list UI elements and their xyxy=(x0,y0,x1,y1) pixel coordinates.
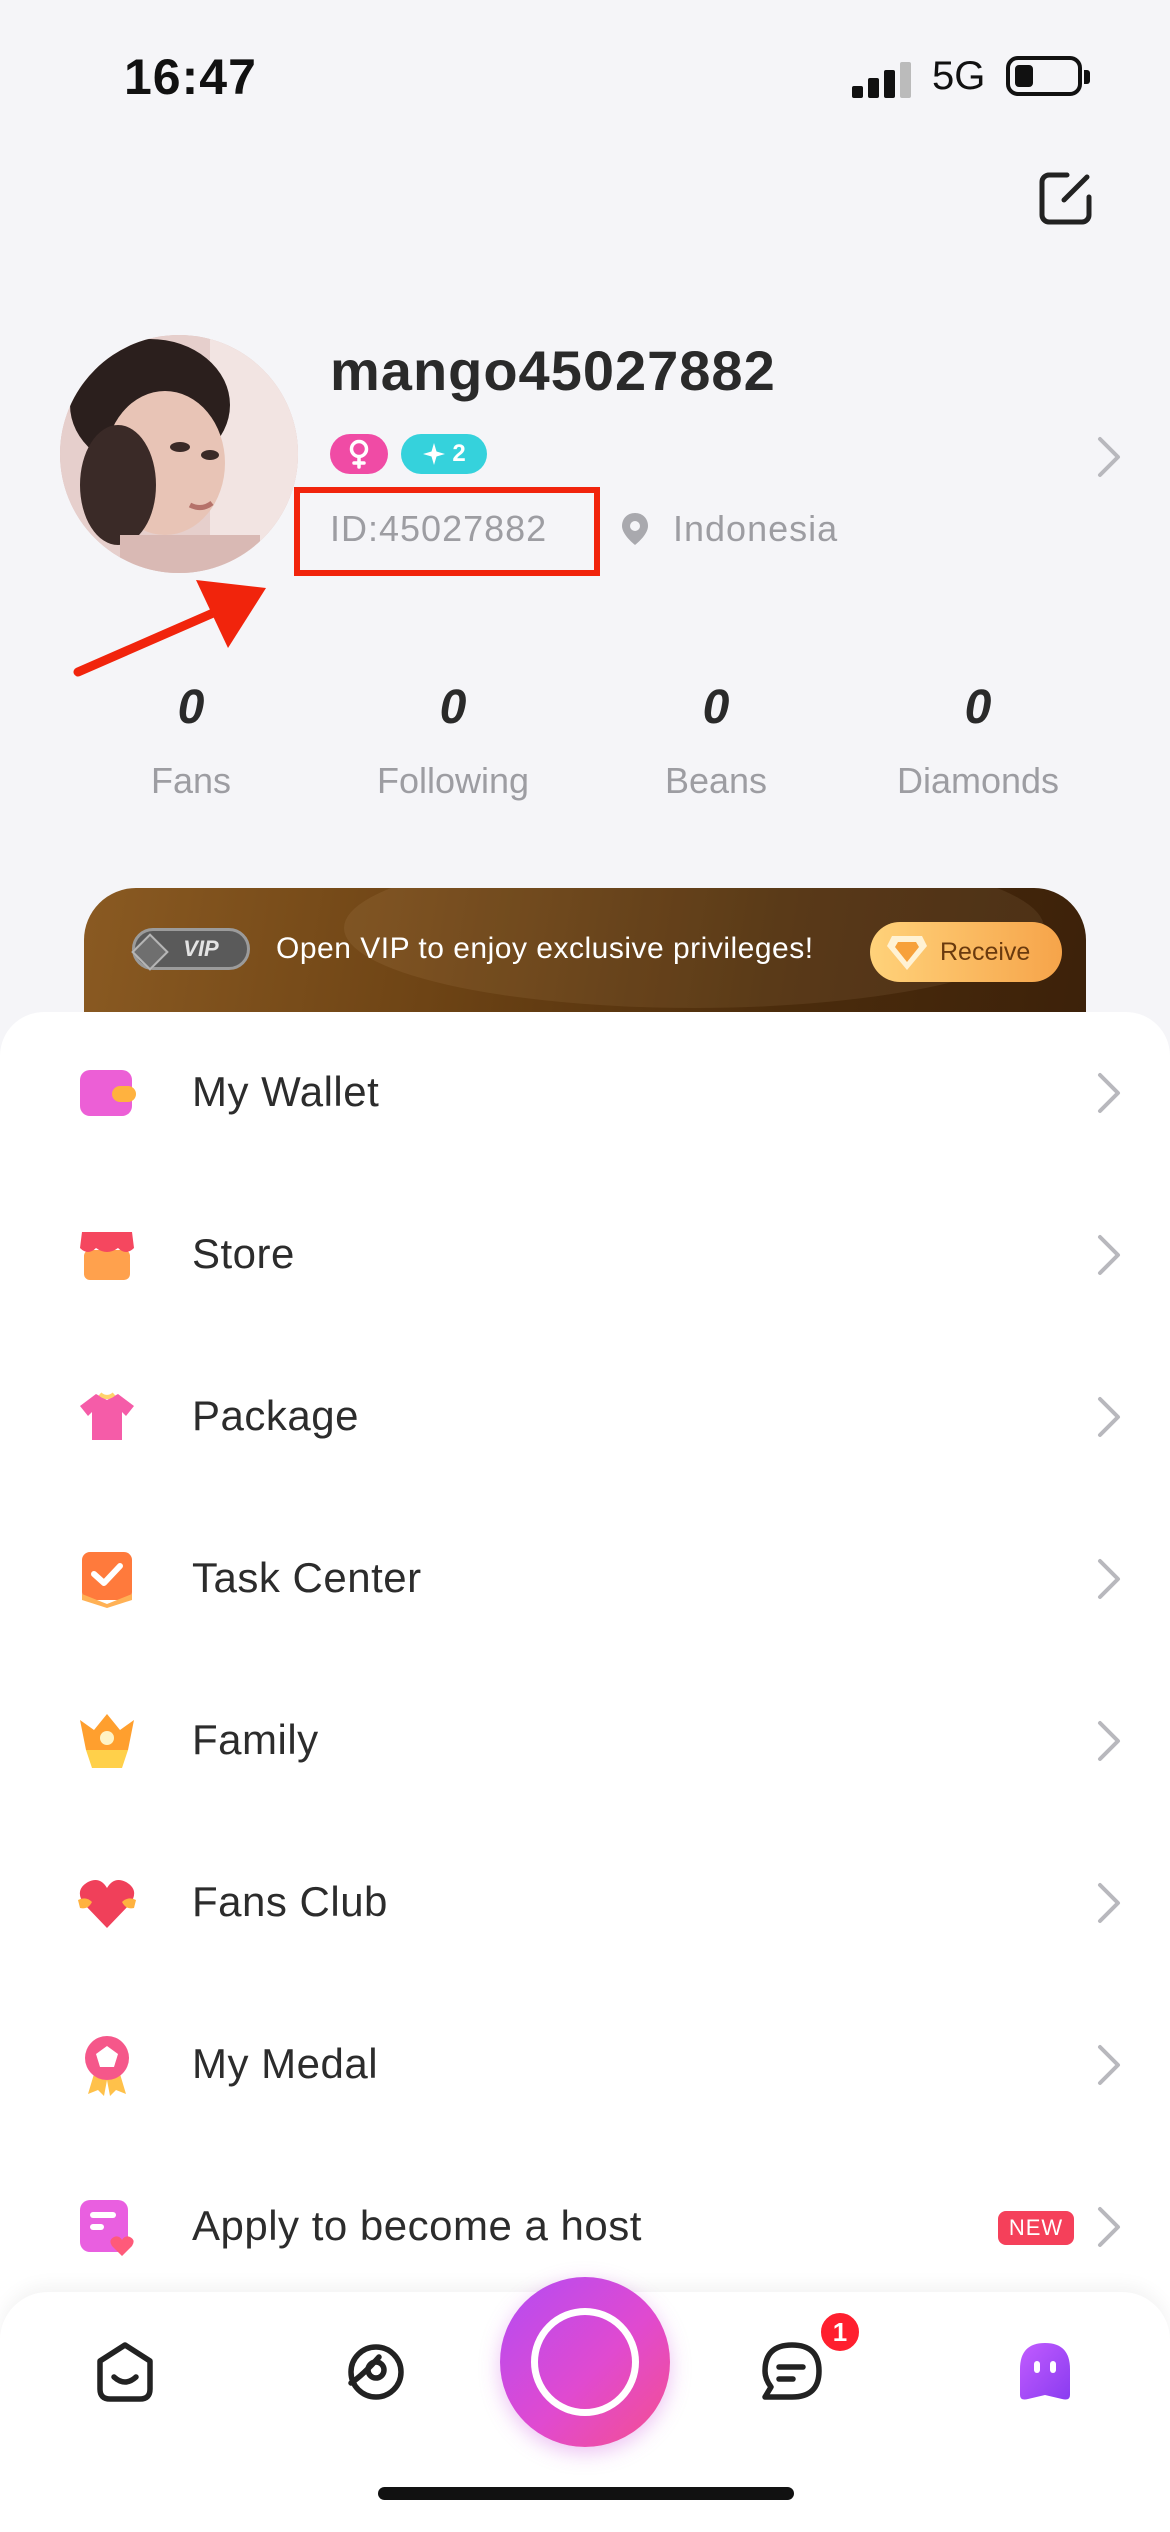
nav-home[interactable] xyxy=(85,2332,165,2412)
id-highlight-box xyxy=(294,487,600,576)
package-icon xyxy=(80,1392,134,1440)
vip-promo-text: Open VIP to enjoy exclusive privileges! xyxy=(276,932,814,965)
avatar[interactable] xyxy=(60,335,298,573)
messages-icon xyxy=(762,2342,822,2400)
live-button[interactable] xyxy=(500,2277,670,2447)
stat-value: 0 xyxy=(964,681,992,734)
receive-label: Receive xyxy=(940,937,1031,966)
home-icon xyxy=(97,2342,153,2402)
menu-item-store[interactable]: Store xyxy=(0,1174,1170,1336)
vip-tag-label: VIP xyxy=(183,936,219,961)
explore-icon xyxy=(348,2344,404,2400)
location: Indonesia xyxy=(673,508,839,549)
chevron-right-icon xyxy=(1098,2045,1120,2085)
stat-label: Beans xyxy=(664,760,768,801)
edit-profile-button[interactable] xyxy=(1036,168,1096,228)
chevron-right-icon xyxy=(1098,1397,1120,1437)
message-count-badge: 1 xyxy=(818,2310,862,2354)
chevron-right-icon xyxy=(1098,1559,1120,1599)
level-badge: 2 xyxy=(401,434,487,474)
menu-item-package[interactable]: Package xyxy=(0,1336,1170,1498)
menu-item-family[interactable]: Family xyxy=(0,1660,1170,1822)
new-badge: NEW xyxy=(998,2211,1074,2245)
stat-following[interactable]: 0 Following xyxy=(323,680,583,802)
chevron-right-icon xyxy=(1098,2207,1120,2247)
stat-label: Following xyxy=(376,760,530,801)
nav-messages[interactable] xyxy=(752,2332,832,2412)
chevron-right-icon xyxy=(1098,1721,1120,1761)
chevron-right-icon xyxy=(1098,1883,1120,1923)
menu-item-label: Package xyxy=(192,1392,359,1439)
chevron-right-icon[interactable] xyxy=(1094,433,1124,481)
level-number: 2 xyxy=(452,440,466,467)
menu-item-label: My Medal xyxy=(192,2040,379,2087)
battery-icon xyxy=(1006,56,1090,96)
menu-item-my-medal[interactable]: My Medal xyxy=(0,1984,1170,2146)
edit-icon xyxy=(1039,172,1092,225)
chevron-right-icon xyxy=(1098,1235,1120,1275)
menu-item-label: My Wallet xyxy=(192,1068,380,1115)
nav-explore[interactable] xyxy=(336,2332,416,2412)
receive-button[interactable]: Receive xyxy=(870,922,1062,982)
menu-item-label: Apply to become a host xyxy=(192,2202,642,2249)
stat-diamonds[interactable]: 0 Diamonds xyxy=(848,680,1108,802)
gem-icon xyxy=(887,936,927,970)
nav-profile[interactable] xyxy=(1005,2332,1085,2412)
stat-value: 0 xyxy=(177,681,205,734)
live-icon xyxy=(531,2308,639,2416)
username: mango45027882 xyxy=(330,339,776,402)
task-center-icon xyxy=(82,1552,132,1608)
location-pin-icon xyxy=(622,513,648,545)
status-bar: 16:47 5G xyxy=(0,0,1170,150)
avatar-photo xyxy=(60,335,298,573)
network-type: 5G xyxy=(932,54,986,98)
profile-icon xyxy=(1020,2343,1070,2400)
vip-tag: VIP xyxy=(131,928,250,971)
cellular-signal-icon xyxy=(852,58,914,98)
menu-item-label: Fans Club xyxy=(192,1878,388,1925)
stat-fans[interactable]: 0 Fans xyxy=(61,680,321,802)
stat-value: 0 xyxy=(439,681,467,734)
stat-value: 0 xyxy=(702,681,730,734)
gender-badge xyxy=(330,434,388,474)
female-icon xyxy=(349,439,369,469)
menu-item-my-wallet[interactable]: My Wallet xyxy=(0,1012,1170,1174)
home-indicator[interactable] xyxy=(378,2487,794,2500)
fans-club-icon xyxy=(78,1880,136,1928)
wallet-icon xyxy=(80,1070,136,1116)
menu-item-fans-club[interactable]: Fans Club xyxy=(0,1822,1170,1984)
stat-beans[interactable]: 0 Beans xyxy=(586,680,846,802)
stat-label: Fans xyxy=(150,760,232,801)
menu-item-label: Family xyxy=(192,1716,319,1763)
medal-icon xyxy=(85,2036,129,2096)
menu-item-label: Task Center xyxy=(192,1554,422,1601)
vip-diamond-icon xyxy=(131,933,169,971)
sparkle-icon xyxy=(423,443,446,465)
menu-item-task-center[interactable]: Task Center xyxy=(0,1498,1170,1660)
menu-item-label: Store xyxy=(192,1230,295,1277)
store-icon xyxy=(80,1232,134,1280)
chevron-right-icon xyxy=(1098,1073,1120,1113)
stat-label: Diamonds xyxy=(896,760,1060,801)
host-apply-icon xyxy=(80,2200,134,2256)
status-time: 16:47 xyxy=(124,49,257,105)
family-icon xyxy=(80,1714,134,1768)
annotation-arrow-icon xyxy=(73,580,266,677)
